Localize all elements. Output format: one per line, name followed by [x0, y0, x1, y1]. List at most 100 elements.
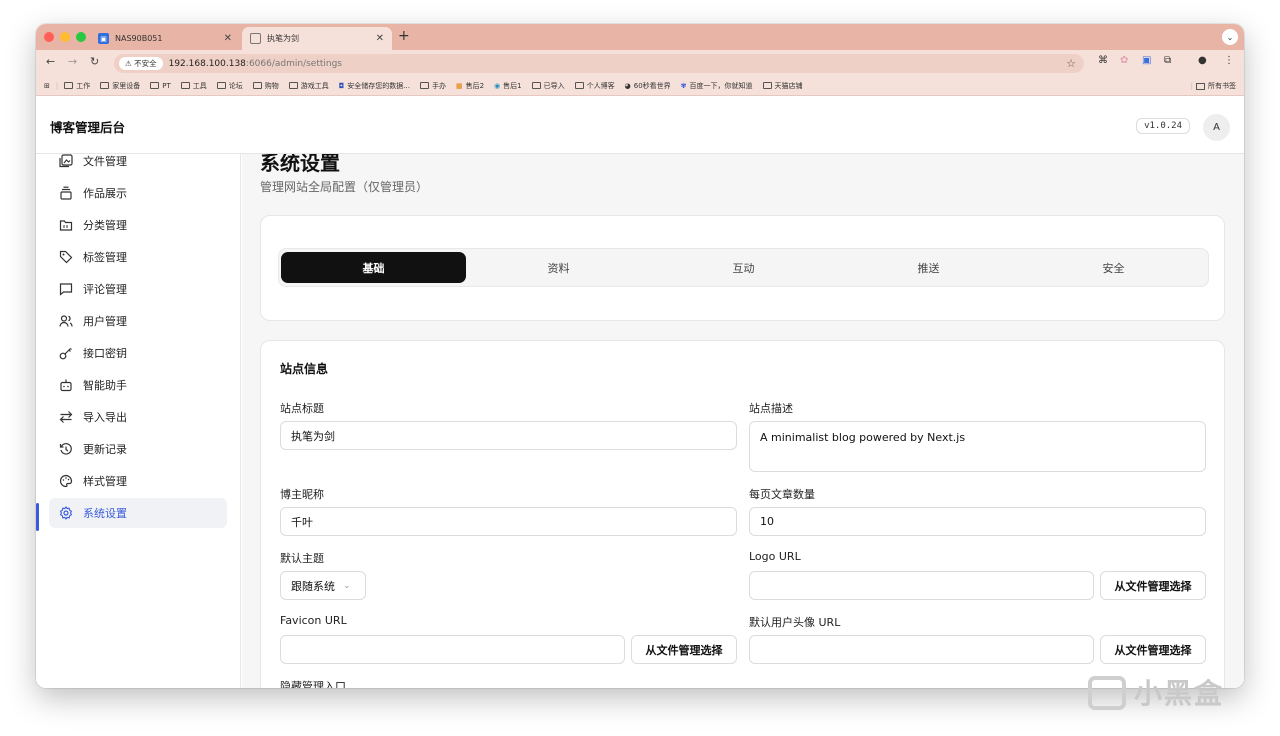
all-bookmarks[interactable]: | 所有书签: [1191, 81, 1236, 91]
settings-tabs: 基础 资料 互动 推送 安全: [278, 248, 1209, 287]
bookmark-link[interactable]: ◘ 安全储存您的数据...: [339, 81, 410, 91]
favicon-pick-button[interactable]: 从文件管理选择: [631, 635, 737, 664]
apps-grid-icon[interactable]: ⊞: [44, 82, 50, 90]
bookmark-folder[interactable]: 工具: [180, 81, 207, 91]
theme-select[interactable]: 跟随系统 ⌄: [280, 571, 366, 600]
folder-icon: [100, 82, 110, 89]
tab-search-chevron-icon[interactable]: ⌄: [1222, 29, 1238, 45]
watermark: 小黑盒: [1134, 677, 1225, 710]
sidebar-item-label: 分类管理: [83, 219, 127, 232]
bookmark-folder[interactable]: 天猫店铺: [762, 81, 803, 91]
puzzle-icon[interactable]: ⧉: [1164, 55, 1171, 66]
logo-url-input[interactable]: [749, 571, 1094, 600]
sidebar-item-label: 评论管理: [83, 283, 127, 296]
sidebar-item-files[interactable]: 文件管理: [49, 146, 227, 176]
site-desc-textarea[interactable]: A minimalist blog powered by Next.js: [749, 421, 1206, 472]
url-host: 192.168.100.138: [168, 58, 246, 69]
sidebar-item-tags[interactable]: 标签管理: [49, 242, 227, 272]
tab-security[interactable]: 安全: [1021, 252, 1206, 283]
back-arrow-icon[interactable]: ←: [46, 55, 55, 68]
bookmark-link[interactable]: ◕ 60秒看世界: [625, 81, 671, 91]
avatar-url-input[interactable]: [749, 635, 1094, 664]
folder-icon: [216, 82, 226, 89]
folder-icon: [180, 82, 190, 89]
address-bar[interactable]: ⚠ 不安全 192.168.100.138:6066/admin/setting…: [114, 54, 1084, 73]
avatar-url-label: 默认用户头像 URL: [749, 616, 841, 629]
history-icon: [59, 442, 73, 456]
tab-basic[interactable]: 基础: [281, 252, 466, 283]
extension-icon[interactable]: ✿: [1120, 55, 1128, 66]
folder-icon: [419, 82, 429, 89]
bookmark-folder[interactable]: 手办: [419, 81, 446, 91]
tab-profile[interactable]: 资料: [466, 252, 651, 283]
close-window-button[interactable]: [44, 32, 54, 42]
sidebar-item-users[interactable]: 用户管理: [49, 306, 227, 336]
app-brand[interactable]: 博客管理后台: [50, 117, 125, 136]
nickname-input[interactable]: 千叶: [280, 507, 737, 536]
extension-icon[interactable]: ⌘: [1098, 55, 1108, 66]
settings-tabs-card: 基础 资料 互动 推送 安全: [260, 215, 1225, 321]
admin-app: 博客管理后台 v1.0.24 A 文件管理 作品展示 分类管理 标签管理 评论管…: [36, 97, 1244, 688]
browser-tab-active[interactable]: 执笔为剑 ✕: [242, 27, 392, 50]
sidebar-item-comments[interactable]: 评论管理: [49, 274, 227, 304]
sidebar: 文件管理 作品展示 分类管理 标签管理 评论管理 用户管理 接口密钥 智能助手 …: [36, 154, 241, 688]
page-favicon-icon: [250, 33, 261, 44]
palette-icon: [59, 474, 73, 488]
folder-icon: [288, 82, 298, 89]
hidden-entry-label: 隐藏管理入口: [280, 680, 346, 688]
sidebar-item-styles[interactable]: 样式管理: [49, 466, 227, 496]
browser-window: ▣ NAS90B051 ✕ 执笔为剑 ✕ + ⌄ ← → ↻ ⚠ 不安全 192…: [36, 24, 1244, 688]
bookmark-link[interactable]: ▦ 售后2: [456, 81, 484, 91]
bookmark-folder[interactable]: 家里设备: [100, 81, 140, 91]
forward-arrow-icon[interactable]: →: [68, 55, 77, 68]
avatar[interactable]: A: [1203, 114, 1230, 141]
tag-icon: [59, 250, 73, 264]
bookmark-folder[interactable]: 个人博客: [574, 81, 615, 91]
extension-icon[interactable]: ▣: [1142, 55, 1151, 66]
bookmark-folder[interactable]: 工作: [64, 81, 90, 91]
sidebar-item-works[interactable]: 作品展示: [49, 178, 227, 208]
tab-push[interactable]: 推送: [836, 252, 1021, 283]
bookmark-star-icon[interactable]: ☆: [1066, 57, 1076, 70]
theme-label: 默认主题: [280, 552, 324, 565]
gear-icon: [59, 506, 73, 520]
tab-title: 执笔为剑: [267, 34, 299, 43]
sidebar-item-settings[interactable]: 系统设置: [49, 498, 227, 528]
reload-icon[interactable]: ↻: [90, 55, 99, 68]
bookmark-folder[interactable]: 游戏工具: [288, 81, 329, 91]
bookmark-folder[interactable]: 购物: [252, 81, 279, 91]
bookmark-folder[interactable]: PT: [150, 82, 171, 90]
folder-icon: [1196, 82, 1205, 90]
new-tab-icon[interactable]: +: [398, 28, 410, 44]
browser-menu-icon[interactable]: ⋮: [1224, 55, 1234, 66]
close-tab-icon[interactable]: ✕: [376, 33, 384, 44]
sidebar-item-categories[interactable]: 分类管理: [49, 210, 227, 240]
insecure-badge[interactable]: ⚠ 不安全: [119, 57, 163, 70]
tab-interaction[interactable]: 互动: [651, 252, 836, 283]
favicon-url-input[interactable]: [280, 635, 625, 664]
browser-tab-nas[interactable]: ▣ NAS90B051 ✕: [90, 27, 240, 50]
sidebar-item-assistant[interactable]: 智能助手: [49, 370, 227, 400]
sidebar-item-label: 文件管理: [83, 155, 127, 168]
sidebar-item-import-export[interactable]: 导入导出: [49, 402, 227, 432]
bookmark-folder[interactable]: 已导入: [531, 81, 565, 91]
site-info-card: 站点信息 站点标题 执笔为剑 站点描述 A minimalist blog po…: [260, 340, 1225, 688]
sidebar-item-api-keys[interactable]: 接口密钥: [49, 338, 227, 368]
bookmark-link[interactable]: ✾ 百度一下，你就知道: [681, 81, 753, 91]
profile-icon[interactable]: ●: [1198, 55, 1207, 66]
maximize-window-button[interactable]: [76, 32, 86, 42]
folder-icon: [531, 82, 541, 89]
folder-icon: [59, 218, 73, 232]
bookmarks-bar: ⊞ | 工作 家里设备 PT 工具 论坛 购物 游戏工具 ◘ 安全储存您的数据..…: [36, 76, 1244, 96]
site-title-label: 站点标题: [280, 402, 324, 415]
tab-title: NAS90B051: [115, 34, 163, 43]
bookmark-folder[interactable]: 论坛: [216, 81, 243, 91]
site-title-input[interactable]: 执笔为剑: [280, 421, 737, 450]
logo-pick-button[interactable]: 从文件管理选择: [1100, 571, 1206, 600]
sidebar-item-changelog[interactable]: 更新记录: [49, 434, 227, 464]
avatar-pick-button[interactable]: 从文件管理选择: [1100, 635, 1206, 664]
per-page-input[interactable]: 10: [749, 507, 1206, 536]
bookmark-link[interactable]: ◉ 售后1: [494, 81, 522, 91]
close-tab-icon[interactable]: ✕: [224, 33, 232, 44]
minimize-window-button[interactable]: [60, 32, 70, 42]
